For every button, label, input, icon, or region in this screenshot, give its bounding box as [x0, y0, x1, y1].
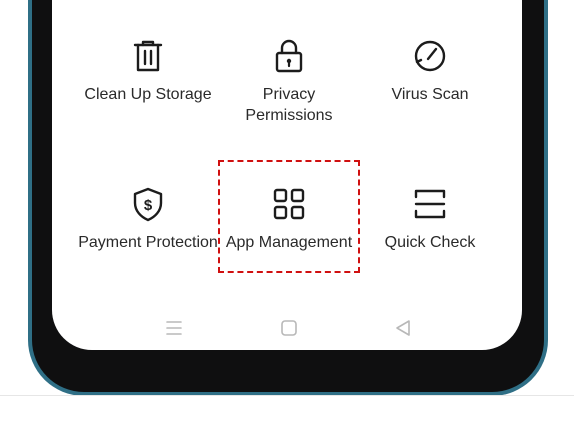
clean-up-storage-label: Clean Up Storage: [84, 86, 212, 103]
virus-scan-label: Virus Scan: [391, 86, 469, 103]
virus-scan-gauge-icon: [414, 40, 446, 72]
clean-up-storage-tile[interactable]: Clean Up Storage: [73, 38, 223, 148]
menu-icon[interactable]: [164, 318, 184, 338]
scan-frame-icon: [414, 189, 446, 219]
shield-dollar-icon: $: [133, 187, 163, 222]
payment-protection-label: Payment Protection: [78, 234, 218, 251]
privacy-permissions-tile[interactable]: Privacy Permissions: [214, 38, 364, 148]
payment-protection-tile[interactable]: $ Payment Protection: [73, 186, 223, 296]
home-square-icon[interactable]: [279, 318, 299, 338]
back-triangle-icon[interactable]: [393, 318, 413, 338]
app-management-highlight-box: [218, 160, 360, 273]
svg-text:$: $: [144, 197, 153, 214]
quick-check-label: Quick Check: [384, 234, 476, 251]
bottom-background: [0, 396, 574, 424]
trash-icon: [133, 40, 163, 72]
privacy-permissions-label: Privacy Permissions: [245, 86, 333, 124]
virus-scan-tile[interactable]: Virus Scan: [355, 38, 505, 148]
quick-check-tile[interactable]: Quick Check: [355, 186, 505, 296]
lock-icon: [275, 39, 303, 73]
